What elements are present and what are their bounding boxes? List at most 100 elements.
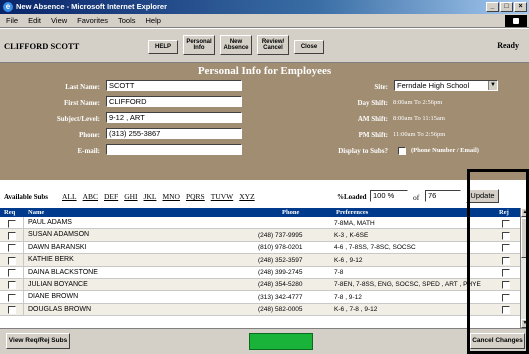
site-select[interactable]: Ferndale High School ▼ — [394, 80, 498, 91]
close-window-button[interactable]: × — [514, 2, 527, 12]
personal-info-panel: Personal Info for Employees Last Name: S… — [0, 63, 529, 180]
new-absence-button[interactable]: New Absence — [220, 35, 252, 55]
subs-table-body: PAUL ADAMS 7-8MA, MATH SUSAN ADAMSON (248) … — [0, 217, 520, 328]
menu-file[interactable]: File — [6, 16, 18, 25]
req-checkbox[interactable] — [8, 244, 16, 253]
window-title: New Absence - Microsoft Internet Explore… — [16, 2, 168, 11]
windows-logo-icon — [505, 15, 527, 27]
filter-jkl[interactable]: JKL — [144, 192, 157, 201]
review-cancel-button[interactable]: Review/ Cancel — [257, 35, 289, 55]
first-name-label: First Name: — [64, 99, 100, 107]
table-row: SUSAN ADAMSON (248) 737-9995 K-3 , K-6SE — [0, 229, 520, 242]
last-name-field[interactable]: SCOTT — [106, 80, 242, 91]
subs-filter-bar: Available Subs ALL ABC DEF GHI JKL MNO P… — [0, 180, 529, 208]
sub-phone: (313) 342-4777 — [258, 293, 303, 301]
view-req-rej-subs-button[interactable]: View Req/Rej Subs — [6, 333, 70, 349]
sub-preferences: 7-8 — [334, 269, 344, 277]
sub-phone: (248) 354-5280 — [258, 281, 303, 289]
pm-shift-value: 11:00am To 2:56pm — [393, 131, 446, 138]
footer-bar: View Req/Rej Subs Cancel Changes — [0, 328, 529, 354]
email-field[interactable] — [106, 144, 242, 155]
display-to-subs-checkbox[interactable] — [398, 147, 406, 155]
rej-checkbox[interactable] — [502, 269, 510, 278]
rej-checkbox[interactable] — [502, 256, 510, 265]
am-shift-label: AM Shift: — [357, 115, 388, 123]
sub-name: DOUGLAS BROWN — [23, 303, 151, 316]
scroll-thumb[interactable] — [521, 218, 529, 258]
phone-field[interactable]: (313) 255-3867 — [106, 128, 242, 139]
col-phone: Phone — [282, 209, 300, 216]
menu-favorites[interactable]: Favorites — [77, 16, 108, 25]
menu-help[interactable]: Help — [146, 16, 161, 25]
window-titlebar: e New Absence - Microsoft Internet Explo… — [0, 0, 529, 14]
col-req: Req — [4, 209, 16, 216]
total-subs-field[interactable]: 76 — [425, 190, 461, 202]
req-checkbox[interactable] — [8, 231, 16, 240]
internet-explorer-icon: e — [3, 2, 13, 12]
menu-tools[interactable]: Tools — [118, 16, 136, 25]
day-shift-value: 8:00am To 2:56pm — [393, 99, 443, 106]
cancel-changes-button[interactable]: Cancel Changes — [470, 333, 525, 349]
table-row: DIANE BROWN (313) 342-4777 7-8 , 9-12 — [0, 291, 520, 304]
help-button[interactable]: HELP — [148, 40, 178, 54]
menu-view[interactable]: View — [51, 16, 67, 25]
user-name: CLIFFORD SCOTT — [4, 41, 80, 51]
filter-mno[interactable]: MNO — [162, 192, 180, 201]
phone-label: Phone: — [79, 131, 100, 139]
minimize-button[interactable]: _ — [486, 2, 499, 12]
filter-ghi[interactable]: GHI — [124, 192, 137, 201]
table-row: KATHIE BERK (248) 352-3597 K-6 , 9-12 — [0, 254, 520, 267]
rej-checkbox[interactable] — [502, 219, 510, 228]
update-button[interactable]: Update — [466, 189, 499, 203]
req-checkbox[interactable] — [8, 281, 16, 290]
loaded-percent-field[interactable]: 100 % — [370, 190, 408, 202]
maximize-button[interactable]: □ — [500, 2, 513, 12]
filter-pqrs[interactable]: PQRS — [186, 192, 205, 201]
submit-button[interactable] — [249, 333, 313, 350]
sub-phone: (248) 352-3597 — [258, 256, 303, 264]
req-checkbox[interactable] — [8, 256, 16, 265]
sub-name: JULIAN BOYANCE — [23, 278, 151, 291]
table-row: JULIAN BOYANCE (248) 354-5280 7-8EN, 7-8SS… — [0, 278, 520, 292]
subs-table-header: Req Name Phone Preferences Rej — [0, 208, 520, 217]
filter-xyz[interactable]: XYZ — [239, 192, 254, 201]
email-label: E-mail: — [77, 147, 100, 155]
sub-phone: (248) 399-2745 — [258, 269, 303, 277]
subject-level-field[interactable]: 9-12 , ART — [106, 112, 242, 123]
scroll-up-icon[interactable]: ▲ — [521, 208, 529, 217]
status-text: Ready — [497, 41, 519, 50]
req-checkbox[interactable] — [8, 219, 16, 228]
req-checkbox[interactable] — [8, 269, 16, 278]
chevron-down-icon[interactable]: ▼ — [488, 81, 497, 90]
sub-preferences: K-6 , 7-8 , 9-12 — [334, 306, 378, 314]
filter-tuvw[interactable]: TUVW — [211, 192, 234, 201]
rej-checkbox[interactable] — [502, 281, 510, 290]
req-checkbox[interactable] — [8, 293, 16, 302]
table-scrollbar[interactable]: ▲ ▼ — [520, 208, 529, 328]
sub-name: PAUL ADAMS — [23, 217, 151, 229]
app-toolbar: CLIFFORD SCOTT HELP Personal Info New Ab… — [0, 29, 529, 63]
sub-name: DIANE BROWN — [23, 291, 151, 304]
sub-name: DAWN BARANSKI — [23, 241, 151, 254]
rej-checkbox[interactable] — [502, 306, 510, 315]
table-row: DAWN BARANSKI (810) 978-0201 4-6 , 7-8SS, … — [0, 241, 520, 255]
personal-info-button[interactable]: Personal Info — [183, 35, 215, 55]
rej-checkbox[interactable] — [502, 231, 510, 240]
site-selected-value: Ferndale High School — [397, 81, 470, 90]
scroll-down-icon[interactable]: ▼ — [521, 319, 529, 328]
first-name-field[interactable]: CLIFFORD — [106, 96, 242, 107]
req-checkbox[interactable] — [8, 306, 16, 315]
col-preferences: Preferences — [336, 209, 369, 216]
of-label: of — [413, 193, 420, 202]
filter-abc[interactable]: ABC — [83, 192, 98, 201]
rej-checkbox[interactable] — [502, 244, 510, 253]
sub-preferences: 4-6 , 7-8SS, 7-8SC, SOCSC — [334, 244, 416, 252]
am-shift-value: 8:00am To 11:15am — [393, 115, 445, 122]
filter-def[interactable]: DEF — [104, 192, 118, 201]
rej-checkbox[interactable] — [502, 293, 510, 302]
table-row: PAUL ADAMS 7-8MA, MATH — [0, 217, 520, 230]
filter-all[interactable]: ALL — [62, 192, 77, 201]
menu-edit[interactable]: Edit — [28, 16, 41, 25]
close-button[interactable]: Close — [294, 40, 324, 54]
pm-shift-label: PM Shift: — [358, 131, 388, 139]
